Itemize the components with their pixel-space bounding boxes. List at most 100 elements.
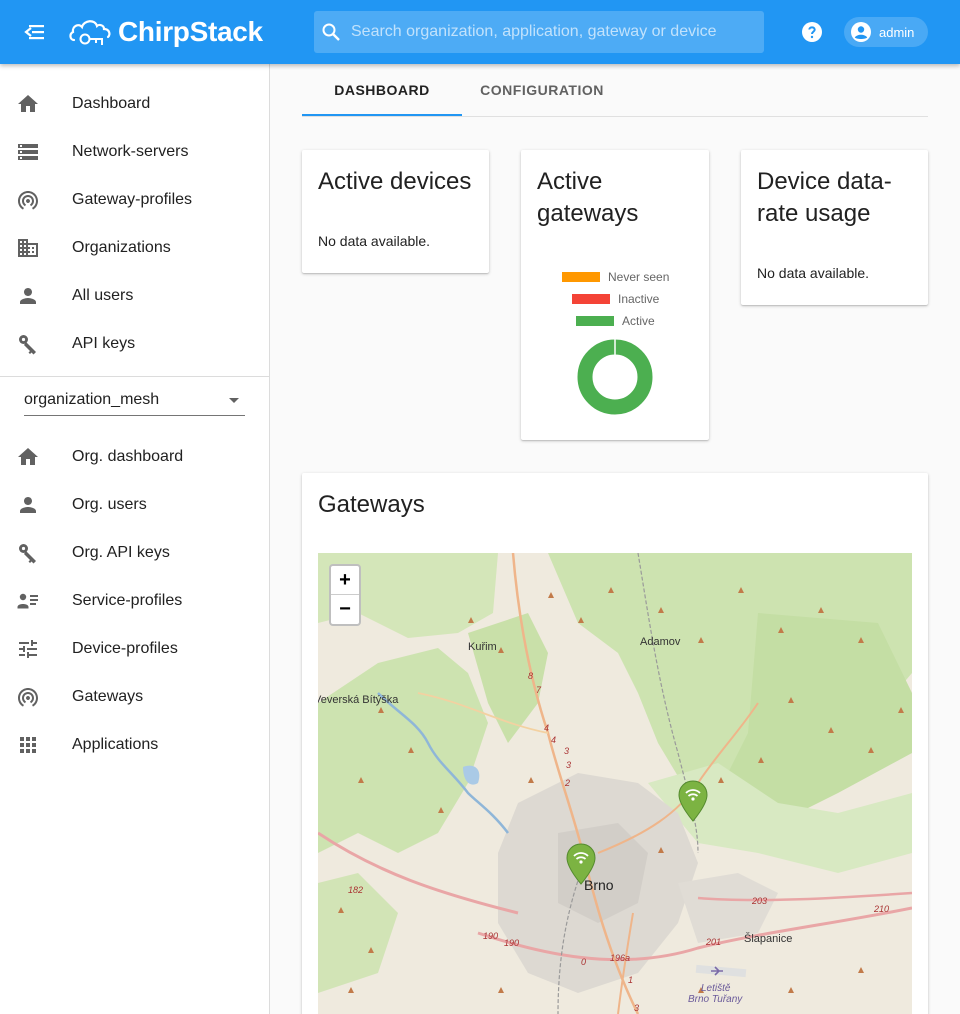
legend-swatch	[562, 272, 600, 282]
legend-item-inactive[interactable]: Inactive	[572, 292, 660, 306]
person-icon	[20, 497, 36, 513]
no-data-text: No data available.	[757, 265, 870, 281]
search-input[interactable]	[351, 11, 764, 53]
legend-item-active[interactable]: Active	[576, 314, 655, 328]
map-zoom-control: + −	[329, 564, 361, 626]
legend-item-never-seen[interactable]: Never seen	[562, 270, 670, 284]
tab-configuration[interactable]: CONFIGURATION	[462, 64, 622, 116]
card-title: Gateways	[318, 491, 425, 518]
key-icon	[19, 544, 36, 564]
wifi-tethering-icon	[18, 688, 38, 707]
organization-select[interactable]: organization_mesh	[24, 386, 245, 416]
chirpstack-logo[interactable]: ChirpStack	[68, 11, 263, 53]
sidebar-item-label: All users	[72, 287, 134, 304]
user-menu-button[interactable]: admin	[844, 17, 928, 47]
map-label-kurim: Kuřim	[468, 641, 497, 653]
card-title-line: Active	[537, 168, 603, 195]
organization-select-value: organization_mesh	[24, 391, 160, 408]
sidebar-item-label: Dashboard	[72, 95, 151, 112]
sidebar-item-applications[interactable]: Applications	[0, 721, 269, 769]
tab-bar: DASHBOARD CONFIGURATION	[302, 64, 928, 117]
map-road-label: 190	[504, 938, 519, 948]
storage-icon	[18, 144, 38, 160]
map-road-label: 210	[873, 904, 889, 914]
chirpstack-bird-icon	[69, 20, 111, 45]
map-road-label: 2	[564, 778, 570, 788]
account-circle-icon	[851, 22, 871, 42]
sidebar-item-org-dashboard[interactable]: Org. dashboard	[0, 433, 269, 481]
tune-icon	[19, 640, 37, 658]
app-bar: ChirpStack admin	[0, 0, 960, 64]
sidebar-item-label: Gateways	[72, 688, 144, 705]
sidebar-divider	[0, 376, 269, 377]
sidebar-item-org-api-keys[interactable]: Org. API keys	[0, 529, 269, 577]
domain-icon	[18, 239, 38, 257]
map-label-airport-line2: Brno Tuřany	[688, 994, 743, 1005]
map-label-bityska: Veverská Bítýška	[318, 694, 399, 706]
zoom-in-button[interactable]: +	[331, 566, 359, 595]
search-bar	[314, 11, 764, 53]
chevron-down-icon	[229, 398, 239, 403]
key-icon	[19, 335, 36, 355]
card-title: Device data- rate usage	[757, 166, 892, 230]
legend-label: Never seen	[608, 270, 670, 284]
card-title-line: rate usage	[757, 200, 871, 227]
map-road-label: 3	[566, 760, 571, 770]
map-road-label: 1	[628, 975, 633, 985]
sidebar-item-all-users[interactable]: All users	[0, 272, 269, 320]
sidebar-item-service-profiles[interactable]: Service-profiles	[0, 577, 269, 625]
legend-swatch	[572, 294, 610, 304]
menu-collapse-icon[interactable]	[22, 20, 48, 44]
sidebar-item-label: API keys	[72, 335, 136, 352]
map-label-adamov: Adamov	[640, 636, 681, 648]
gateway-marker-icon[interactable]	[564, 842, 598, 886]
map-road-label: 196a	[610, 953, 630, 963]
person-icon	[20, 288, 36, 304]
sidebar-item-label: Device-profiles	[72, 640, 178, 657]
sidebar-item-label: Service-profiles	[72, 592, 183, 609]
tab-dashboard[interactable]: DASHBOARD	[302, 64, 462, 116]
sidebar-item-label: Organizations	[72, 239, 171, 256]
sidebar-item-org-users[interactable]: Org. users	[0, 481, 269, 529]
map-road-label: 182	[348, 885, 363, 895]
map-road-label: 201	[705, 937, 721, 947]
sidebar-item-api-keys[interactable]: API keys	[0, 320, 269, 368]
sidebar-item-label: Gateway-profiles	[72, 191, 193, 208]
home-icon	[18, 448, 38, 465]
sidebar-item-label: Applications	[72, 736, 159, 753]
sidebar-item-label: Network-servers	[72, 143, 189, 160]
wifi-tethering-icon	[18, 191, 38, 210]
sidebar-item-gateways[interactable]: Gateways	[0, 673, 269, 721]
card-title: Active gateways	[537, 166, 638, 230]
tab-indicator	[302, 114, 462, 116]
legend-label: Inactive	[618, 292, 660, 306]
map-road-label: 0	[581, 957, 586, 967]
legend-label: Active	[622, 314, 655, 328]
sidebar-item-network-servers[interactable]: Network-servers	[0, 128, 269, 176]
sidebar-item-device-profiles[interactable]: Device-profiles	[0, 625, 269, 673]
donut-slice-active[interactable]	[577, 339, 653, 415]
gateway-marker-icon[interactable]	[676, 779, 710, 823]
gateway-status-donut-chart	[577, 339, 653, 415]
sidebar-item-label: Org. users	[72, 496, 147, 513]
active-gateways-card: Active gateways Never seen Inactive Acti…	[521, 150, 709, 440]
gateways-map[interactable]: Kuřim Adamov Veverská Bítýška Brno Šlapa…	[318, 553, 912, 1014]
card-title-line: Device data-	[757, 168, 892, 195]
map-road-label: 190	[483, 931, 498, 941]
sidebar-item-gateway-profiles[interactable]: Gateway-profiles	[0, 176, 269, 224]
card-title: Active devices	[318, 168, 472, 195]
legend-swatch	[576, 316, 614, 326]
map-tiles: Kuřim Adamov Veverská Bítýška Brno Šlapa…	[318, 553, 912, 1014]
sidebar-item-organizations[interactable]: Organizations	[0, 224, 269, 272]
zoom-out-button[interactable]: −	[331, 595, 359, 624]
brand-name: ChirpStack	[118, 16, 263, 47]
user-name: admin	[879, 24, 915, 40]
map-label-slapanice: Šlapanice	[744, 932, 792, 945]
help-icon[interactable]	[800, 20, 824, 44]
device-datarate-card: Device data- rate usage No data availabl…	[741, 150, 928, 305]
map-road-label: 3	[634, 1003, 639, 1013]
map-label-airport-line1: Letiště	[701, 983, 731, 994]
sidebar-item-dashboard[interactable]: Dashboard	[0, 80, 269, 128]
map-road-label: 3	[564, 746, 569, 756]
card-title-line: gateways	[537, 200, 639, 227]
